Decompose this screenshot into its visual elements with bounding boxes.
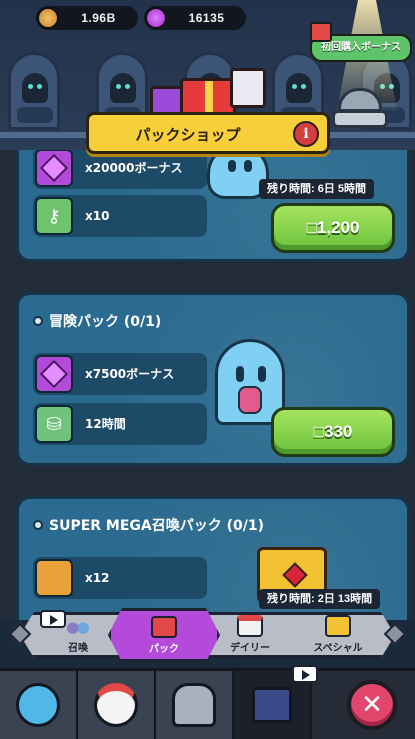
video-ad-icon: [40, 610, 66, 628]
calendar-icon: [237, 615, 263, 637]
gem-icon: [35, 150, 73, 187]
summon-orbs-icon: [65, 615, 91, 637]
buy-button[interactable]: □1,200: [271, 203, 395, 253]
pack-item-row: x7500ボーナス: [33, 353, 207, 395]
coin-counter[interactable]: 1.96B: [36, 6, 138, 30]
tab-label: デイリー: [230, 643, 270, 654]
gem-counter[interactable]: 16135: [144, 6, 246, 30]
ghost-pod-icon: [172, 683, 216, 727]
pack-item-label: 12時間: [85, 416, 126, 431]
pack-title: 冒険パック (0/1): [33, 311, 161, 331]
chicken-icon: [94, 683, 138, 727]
pack-list[interactable]: x20000ボーナス ⚷ x10 残り時間: 6日 5時間 □1,200 冒険パ…: [0, 150, 415, 620]
pack-item-row: x20000ボーナス: [33, 150, 207, 189]
first-purchase-bonus-label: 初回購入ボーナス: [321, 42, 401, 53]
coin-icon: [37, 7, 59, 29]
pack-title-text: 冒険パック (0/1): [49, 314, 162, 330]
dark-ghost-icon: [110, 73, 136, 103]
nav-pod[interactable]: [156, 671, 234, 739]
first-purchase-bonus-button[interactable]: 初回購入ボーナス: [310, 22, 412, 62]
pack-item-row: ⚷ x10: [33, 195, 207, 237]
nav-chicken[interactable]: [78, 671, 156, 739]
category-tabs: 召喚 パック デイリー スペシャル: [0, 612, 415, 660]
pack-item-label: x10: [85, 208, 110, 223]
pack-shop-banner: パックショップ i: [71, 112, 345, 157]
tab-daily[interactable]: デイリー: [206, 612, 294, 658]
page-title: パックショップ: [135, 126, 241, 144]
gem-icon: [145, 7, 167, 29]
pack-item-label: x12: [85, 570, 110, 585]
close-button[interactable]: ✕: [347, 680, 397, 730]
pack-item-label: x20000ボーナス: [85, 160, 183, 175]
pack-item-row: x12: [33, 557, 207, 599]
gold-gift-icon: [325, 615, 351, 637]
bullet-icon: [33, 316, 43, 326]
gem-icon: [35, 355, 73, 393]
pack-timer: 残り時間: 2日 13時間: [259, 589, 381, 609]
tab-label: 召喚: [68, 643, 88, 654]
castle-locked-icon: [252, 687, 292, 723]
blue-ghost-icon: [16, 683, 60, 727]
pack-item-label: x7500ボーナス: [85, 366, 175, 381]
coin-value: 1.96B: [81, 11, 116, 25]
chest-icon: [35, 559, 73, 597]
pack-title: SUPER MEGA召喚パック (0/1): [33, 515, 264, 535]
tab-pack[interactable]: パック: [108, 608, 220, 662]
tab-label: パック: [149, 644, 179, 655]
nav-ghosts[interactable]: [0, 671, 78, 739]
gift-box-icon: [151, 616, 177, 638]
pack-card: SUPER MEGA召喚パック (0/1) x12 残り時間: 2日 13時間: [16, 496, 410, 620]
dark-ghost-icon: [286, 73, 312, 103]
tab-label: スペシャル: [313, 643, 363, 654]
pack-title-text: SUPER MEGA召喚パック (0/1): [49, 518, 265, 534]
video-ad-icon: [292, 665, 318, 683]
dark-ghost-icon: [22, 73, 48, 103]
gem-value: 16135: [188, 11, 225, 25]
pack-card: 冒険パック (0/1) x7500ボーナス ⛁ 12時間 □330: [16, 292, 410, 466]
gift-icon: [310, 22, 332, 42]
nav-castle[interactable]: [234, 665, 318, 739]
pack-timer: 残り時間: 6日 5時間: [259, 179, 375, 199]
buy-button[interactable]: □330: [271, 407, 395, 457]
bullet-icon: [33, 520, 43, 530]
coins-icon: ⛁: [35, 405, 73, 443]
close-icon: ✕: [361, 690, 383, 720]
tab-special[interactable]: スペシャル: [294, 612, 382, 658]
info-button[interactable]: i: [293, 121, 319, 147]
robot-pod-icon[interactable]: [332, 86, 388, 132]
pack-item-row: ⛁ 12時間: [33, 403, 207, 445]
alcove: [8, 52, 60, 130]
keys-icon: ⚷: [35, 197, 73, 235]
pack-card: x20000ボーナス ⚷ x10 残り時間: 6日 5時間 □1,200: [16, 150, 410, 262]
